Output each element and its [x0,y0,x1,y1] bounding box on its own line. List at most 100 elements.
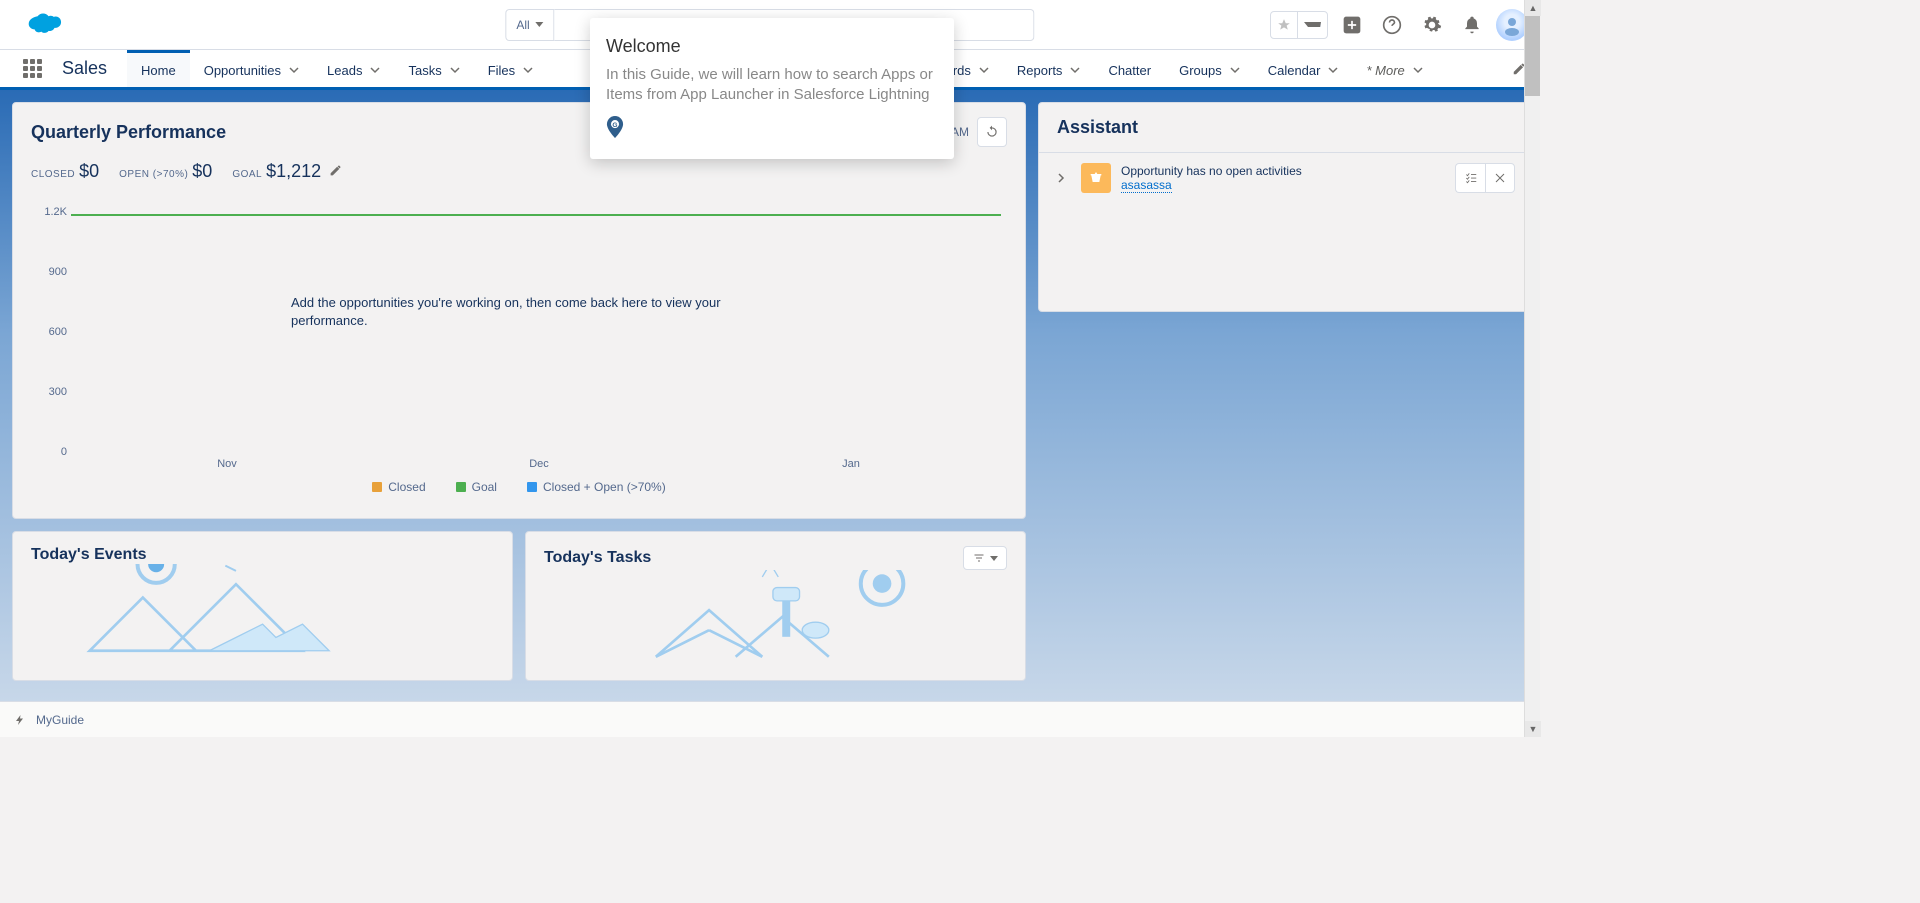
nav-item-reports[interactable]: Reports [1003,50,1095,87]
nav-more-label: * More [1366,63,1404,78]
legend-closed: Closed [372,480,425,494]
search-icon [565,18,579,32]
nav-label: Leads [327,63,362,78]
welcome-popover: Welcome In this Guide, we will learn how… [590,18,954,159]
nav-item-calendar[interactable]: Calendar [1254,50,1353,87]
edit-goal-button[interactable] [329,166,342,180]
nav-label: Tasks [408,63,441,78]
assistant-checklist-button[interactable] [1455,163,1485,193]
scroll-thumb[interactable] [1525,16,1540,96]
favorites-button[interactable] [1270,11,1328,39]
events-title: Today's Events [31,546,147,564]
footer-label: MyGuide [36,713,84,727]
assistant-item-link[interactable]: asasassa [1121,178,1172,193]
todays-tasks-card: Today's Tasks [525,531,1026,681]
goal-line [71,214,1001,216]
chevron-down-icon [370,65,380,75]
help-button[interactable] [1376,9,1408,41]
chevron-down-icon [1070,65,1080,75]
svg-text:G: G [612,122,617,129]
app-launcher-button[interactable] [12,50,52,87]
y-tick: 300 [31,386,67,398]
assistant-dismiss-button[interactable] [1485,163,1515,193]
nav-item-more[interactable]: * More [1352,50,1436,87]
y-tick: 0 [31,446,67,458]
goal-value: $1,212 [266,161,321,181]
closed-value: $0 [79,161,99,181]
filter-icon [972,552,986,564]
scroll-down-arrow[interactable]: ▼ [1525,721,1541,737]
nav-item-chatter[interactable]: Chatter [1094,50,1165,87]
nav-label: Calendar [1268,63,1321,78]
nav-item-leads[interactable]: Leads [313,50,394,87]
nav-item-groups[interactable]: Groups [1165,50,1254,87]
popover-title: Welcome [606,36,938,57]
nav-item-opportunities[interactable]: Opportunities [190,50,313,87]
nav-label: Files [488,63,515,78]
y-tick: 900 [31,266,67,278]
quarterly-performance-card: Quarterly Performance AM CLOSED$0 OPEN (… [12,102,1026,519]
todays-events-card: Today's Events [12,531,513,681]
tasks-filter-button[interactable] [963,546,1007,570]
assistant-item-text: Opportunity has no open activities [1121,164,1445,178]
checklist-icon [1464,171,1478,185]
events-illustration [13,564,512,664]
chevron-down-icon [450,65,460,75]
x-tick: Jan [695,458,1007,470]
chevron-down-icon [289,65,299,75]
chart-empty-message: Add the opportunities you're working on,… [291,294,751,330]
y-tick: 600 [31,326,67,338]
y-tick: 1.2K [31,206,67,218]
nav-label: Opportunities [204,63,281,78]
tasks-illustration [526,570,1025,670]
vertical-scrollbar[interactable]: ▲ ▼ [1524,0,1540,737]
main-content: Quarterly Performance AM CLOSED$0 OPEN (… [0,90,1540,701]
star-icon [1271,12,1298,38]
chevron-down-icon [1298,12,1327,38]
tasks-title: Today's Tasks [544,549,651,567]
global-create-button[interactable] [1336,9,1368,41]
nav-item-home[interactable]: Home [127,50,190,87]
legend-open: Closed + Open (>70%) [527,480,666,494]
nav-label: Home [141,63,176,78]
pencil-icon [329,164,342,177]
chevron-down-icon [1413,65,1423,75]
nav-label: Chatter [1108,63,1151,78]
chevron-down-icon [990,556,998,561]
nav-label: Reports [1017,63,1063,78]
chevron-down-icon [523,65,533,75]
assistant-item: Opportunity has no open activities asasa… [1039,153,1527,203]
chevron-down-icon [1230,65,1240,75]
chevron-right-icon [1056,173,1066,183]
popover-body: In this Guide, we will learn how to sear… [606,65,938,106]
quarterly-title: Quarterly Performance [31,122,226,143]
footer-bar: MyGuide [0,701,1540,737]
notifications-button[interactable] [1456,9,1488,41]
assistant-card: Assistant Opportunity has no open activi… [1038,102,1528,312]
performance-chart: 1.2K 900 600 300 0 Add the opportunities… [31,212,1007,504]
search-scope-select[interactable]: All [505,9,554,41]
closed-label: CLOSED [31,169,75,180]
lightning-icon [14,713,26,727]
setup-gear-button[interactable] [1416,9,1448,41]
open-label: OPEN (>70%) [119,169,188,180]
salesforce-logo [20,10,64,40]
scroll-up-arrow[interactable]: ▲ [1525,0,1541,16]
nav-item-files[interactable]: Files [474,50,547,87]
nav-label: Groups [1179,63,1222,78]
expand-button[interactable] [1051,168,1071,188]
app-name: Sales [52,50,127,87]
chevron-down-icon [536,22,544,27]
astro-icon [1500,13,1524,37]
chevron-down-icon [979,65,989,75]
x-tick: Nov [71,458,383,470]
waffle-icon [23,59,42,78]
opportunity-icon [1081,163,1111,193]
x-tick: Dec [383,458,695,470]
close-icon [1494,172,1506,184]
assistant-title: Assistant [1039,103,1527,153]
search-scope-label: All [516,18,529,32]
nav-item-tasks[interactable]: Tasks [394,50,473,87]
chevron-down-icon [1328,65,1338,75]
refresh-button[interactable] [977,117,1007,147]
